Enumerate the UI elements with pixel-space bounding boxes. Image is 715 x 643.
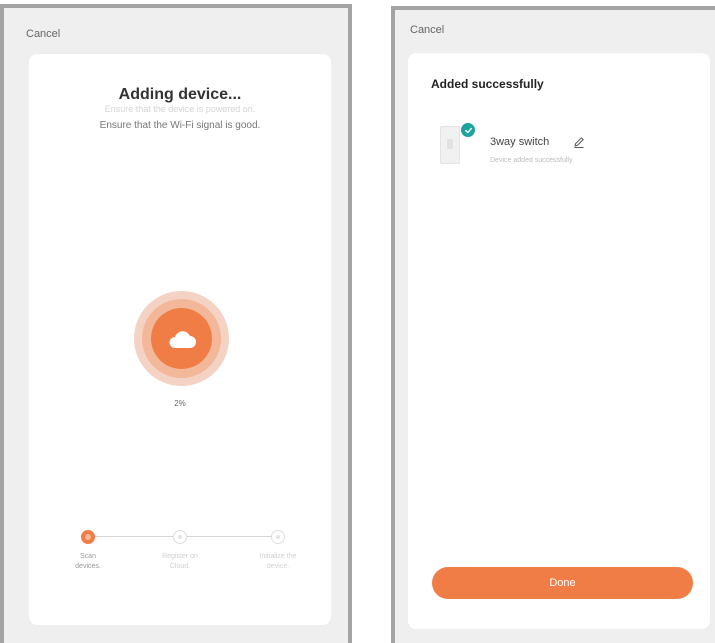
step-scan-label-line2: devices. — [75, 563, 101, 570]
hint-wifi-text: Ensure that the Wi-Fi signal is good. — [99, 120, 261, 131]
step-scan-dot — [81, 530, 95, 544]
check-badge-icon — [461, 123, 475, 137]
page-title: Added successfully — [431, 77, 544, 91]
page-title: Adding device... — [118, 86, 242, 103]
cancel-button[interactable]: Cancel — [26, 28, 60, 40]
progress-ring-inner — [142, 299, 221, 378]
result-card: Added successfully 3way switch Device ad… — [408, 53, 710, 629]
device-name: 3way switch — [490, 136, 550, 148]
step-initialize-label: Initialize the device. — [248, 552, 308, 572]
step-scan-label-line1: Scan — [80, 553, 96, 560]
hint-power-text: Ensure that the device is powered on. — [104, 104, 256, 114]
device-image — [440, 126, 460, 164]
step-register-label-line2: Cloud. — [169, 563, 191, 570]
step-register-label-line1: Register on — [162, 553, 198, 560]
step-register-label: Register on Cloud. — [150, 552, 210, 572]
step-initialize-label-line2: device. — [266, 563, 290, 570]
done-button[interactable]: Done — [432, 567, 693, 599]
step-scan-label: Scan devices. — [58, 552, 118, 572]
progress-indicator — [134, 291, 229, 386]
progress-percent: 2% — [174, 399, 186, 408]
cancel-button[interactable]: Cancel — [410, 24, 444, 36]
step-register-dot — [173, 530, 187, 544]
step-initialize-label-line1: Initialize the — [259, 553, 297, 560]
adding-device-screen: Cancel Adding device... Ensure that the … — [0, 4, 352, 643]
added-successfully-screen: Cancel Added successfully 3way switch De… — [391, 6, 715, 643]
device-status: Device added successfully — [490, 157, 573, 164]
cloud-icon — [169, 330, 196, 348]
progress-core — [151, 308, 212, 369]
step-initialize-dot — [271, 530, 285, 544]
pencil-icon[interactable] — [572, 135, 586, 149]
adding-device-card: Adding device... Ensure that the device … — [29, 54, 331, 625]
